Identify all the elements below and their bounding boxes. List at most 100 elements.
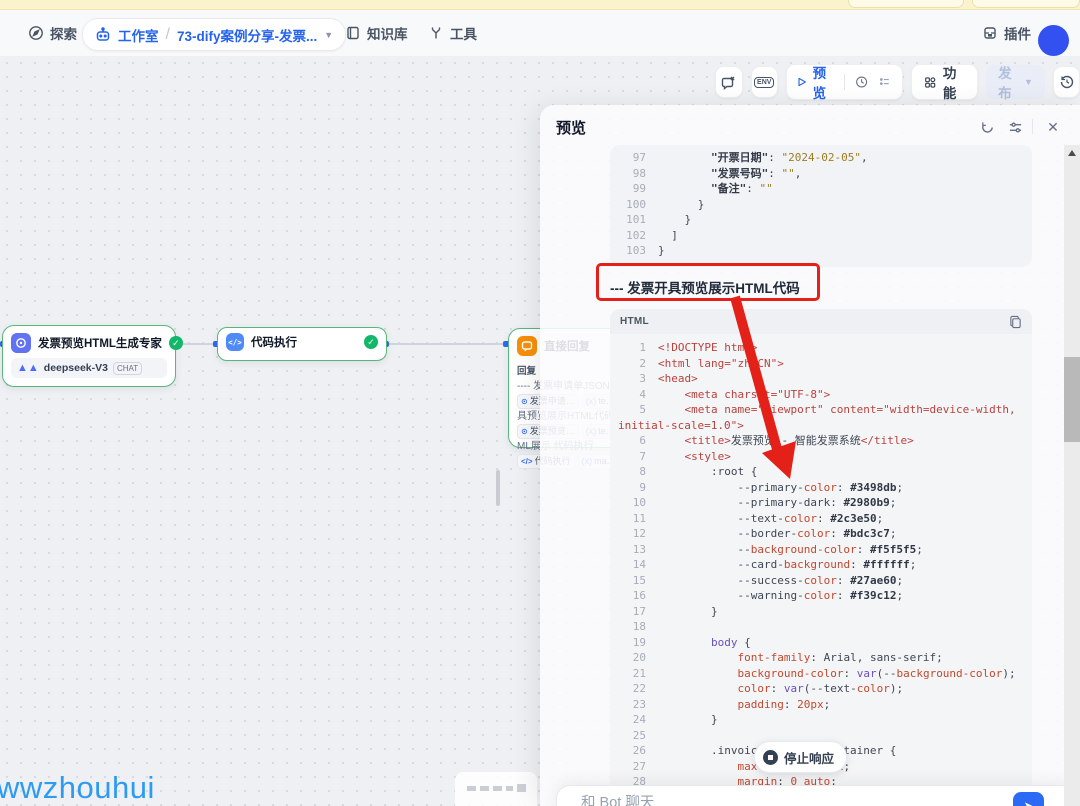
app-toolbar: ENV 预览 功能 发布 ▼ [715,65,1080,99]
stop-responding-button[interactable]: 停止响应 [754,741,847,773]
sliders-icon [1008,120,1023,135]
stop-responding-label: 停止响应 [784,748,834,767]
code-line: 11 --text-color: #2c3e50; [618,511,1032,527]
code-line: 10 --primary-dark: #2980b9; [618,495,1032,511]
refresh-icon [980,120,995,135]
code-language-label: HTML [620,316,649,327]
workspace-tab-pill[interactable]: 工作室 / 73-dify案例分享-发票... ▼ [82,18,346,51]
code-line: 18 [618,619,1032,635]
publish-button[interactable]: 发布 ▼ [986,65,1045,99]
scrollbar-thumb[interactable] [1064,357,1080,442]
hidden-node-fragment [455,772,537,806]
code-line: 13 --background-color: #f5f5f5; [618,542,1032,558]
banner-ghost-button [848,0,964,8]
code-line: 14 --card-background: #ffffff; [618,557,1032,573]
preview-button-group: 预览 [786,64,903,100]
code-line: 102 ] [618,228,1032,244]
code-line: 23 padding: 20px; [618,697,1032,713]
tools-icon [428,25,444,41]
nav-knowledge-label: 知识库 [367,23,408,43]
code-line: 100 } [618,197,1032,213]
bot-icon: ⊙ [521,424,528,439]
preview-label: 预览 [813,62,835,102]
code-line: 4 <meta charset="UTF-8"> [618,387,1032,403]
code-line: 9 --primary-color: #3498db; [618,480,1032,496]
close-panel-button[interactable]: ✕ [1044,118,1062,136]
divider [1032,119,1033,134]
nav-explore[interactable]: 探索 [28,19,77,47]
code-line: 12 --border-color: #bdc3c7; [618,526,1032,542]
features-button[interactable]: 功能 [911,64,979,100]
features-label: 功能 [943,62,965,102]
nav-studio-label[interactable]: 工作室 [118,25,159,45]
code-line: 103} [618,243,1032,259]
window-scrollbar[interactable] [1064,145,1080,806]
preview-run-button[interactable]: 预览 [797,62,834,102]
answer-node-icon [517,336,537,356]
nav-knowledge[interactable]: 知识库 [345,19,408,47]
stop-icon [763,750,778,765]
version-history-button[interactable] [1053,66,1080,98]
note-x-icon [721,75,736,90]
code-line: 97 "开票日期": "2024-02-05", [618,150,1032,166]
node-code[interactable]: </> 代码执行 ✓ [217,327,387,361]
nav-plugins-label: 插件 [1004,23,1031,43]
code-line: 17 } [618,604,1032,620]
markdown-heading: --- 发票开具预览展示HTML代码 [610,277,800,297]
checklist-icon[interactable] [878,74,891,90]
watermark-text: wwzhouhui [0,770,155,806]
success-check-icon: ✓ [169,336,183,350]
json-code-block[interactable]: 97 "开票日期": "2024-02-05",98 "发票号码": "",99… [610,145,1032,267]
code-line: 21 background-color: var(--background-co… [618,666,1032,682]
canvas-scroll-indicator[interactable] [496,470,500,506]
html-code-card-header: HTML [610,309,1032,334]
html-code-card[interactable]: HTML 1<!DOCTYPE html>2<html lang="zh-CN"… [610,309,1032,806]
code-line: 19 body { [618,635,1032,651]
restart-conversation-button[interactable] [978,118,996,136]
chevron-down-icon[interactable]: ▼ [324,30,333,40]
app-window: 探索 工作室 / 73-dify案例分享-发票... ▼ 知识库 工具 插件 [0,0,1080,806]
close-icon: ✕ [1047,119,1059,136]
bot-icon: ⊙ [521,394,528,409]
deepseek-logo-icon: ▲▲ [17,363,39,373]
success-check-icon: ✓ [364,335,378,349]
node-llm[interactable]: 发票预览HTML生成专家 ✓ ▲▲ deepseek-V3 CHAT [2,325,176,387]
env-variables-button[interactable]: ENV [751,66,779,98]
panel-settings-button[interactable] [1006,118,1024,136]
compass-icon [28,25,44,41]
annotation-button[interactable] [715,66,743,98]
code-line: 22 color: var(--text-color); [618,681,1032,697]
model-selector[interactable]: ▲▲ deepseek-V3 CHAT [11,358,167,378]
code-line: 2<html lang="zh-CN"> [618,356,1032,372]
env-icon: ENV [754,77,774,88]
preview-panel-title: 预览 [556,117,586,138]
code-node-title: 代码执行 [251,334,357,350]
code-line: 5 <meta name="viewport" content="width=d… [618,402,1032,418]
divider [844,74,845,90]
user-avatar[interactable] [1038,25,1069,56]
llm-node-title: 发票预览HTML生成专家 [38,335,162,351]
current-app-tab[interactable]: 73-dify案例分享-发票... [177,25,317,45]
code-line: 16 --warning-color: #f39c12; [618,588,1032,604]
paper-plane-icon: ➤ [1023,799,1033,806]
code-line: 3<head> [618,371,1032,387]
code-line: 98 "发票号码": "", [618,166,1032,182]
html-code-body: 1<!DOCTYPE html>2<html lang="zh-CN">3<he… [610,334,1032,806]
nav-plugins[interactable]: 插件 [982,19,1031,47]
code-line: 99 "备注": "" [618,181,1032,197]
blocks-icon [924,75,936,90]
chevron-down-icon: ▼ [1024,77,1033,87]
edge-code-to-answer [388,343,506,345]
publish-label: 发布 [998,62,1019,102]
model-name: deepseek-V3 [44,362,108,374]
nav-tools[interactable]: 工具 [428,19,477,47]
run-history-icon[interactable] [855,74,868,90]
scrollbar-up-arrow[interactable] [1068,150,1076,156]
nav-tools-label: 工具 [450,23,477,43]
copy-icon[interactable] [1009,315,1022,329]
send-button[interactable]: ➤ [1013,792,1044,806]
code-icon: </> [521,454,533,469]
browser-notice-bar [0,0,1080,10]
chat-input[interactable] [579,794,963,806]
code-line: 24 } [618,712,1032,728]
